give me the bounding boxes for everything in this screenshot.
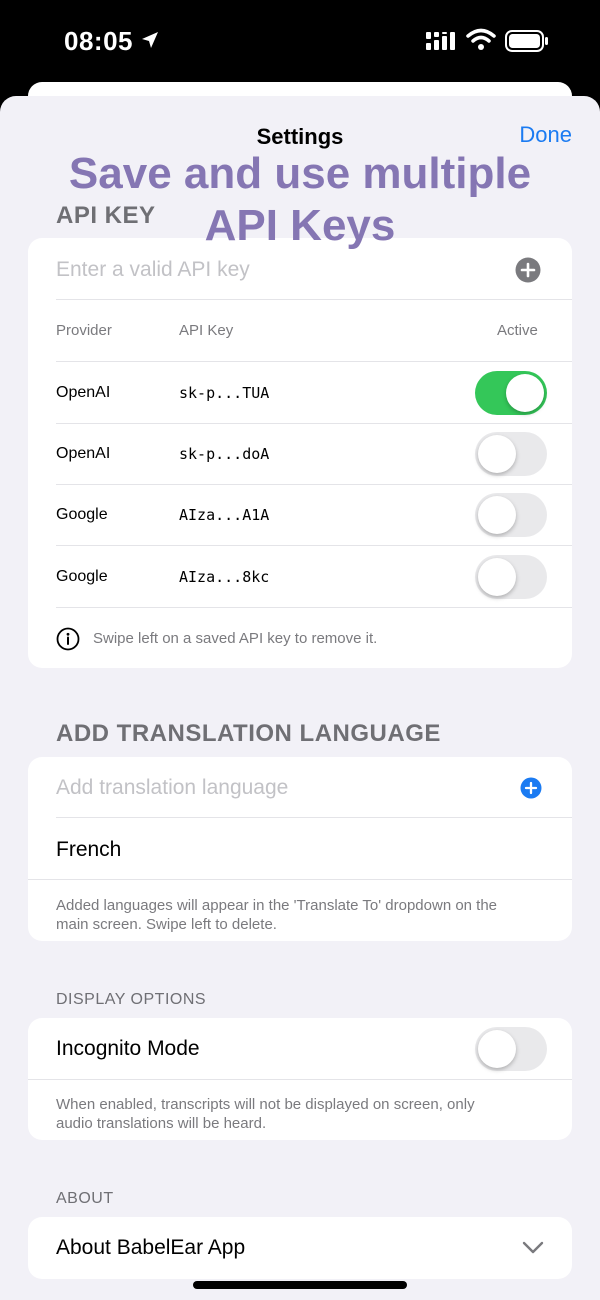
- add-language-icon[interactable]: [520, 777, 542, 799]
- api-key-value: AIza...8kc: [179, 568, 270, 586]
- translation-note-line-1: Added languages will appear in the 'Tran…: [56, 897, 498, 914]
- toggle-knob: [478, 435, 516, 473]
- promo-caption: Save and use multiple API Keys: [0, 148, 600, 252]
- language-label: French: [56, 838, 122, 861]
- incognito-mode-label: Incognito Mode: [56, 1037, 200, 1060]
- status-time: 08:05: [64, 26, 133, 56]
- api-key-row[interactable]: Google AIza...8kc: [56, 545, 572, 607]
- translation-card: Add translation language French Added la…: [28, 757, 572, 941]
- translation-language-input[interactable]: Add translation language: [28, 757, 572, 817]
- status-bar: 08:05: [0, 0, 600, 84]
- about-card: About BabelEar App: [28, 1217, 572, 1279]
- api-key-row[interactable]: OpenAI sk-p...TUA: [56, 361, 572, 423]
- page-title: Settings: [256, 124, 344, 149]
- home-indicator: [193, 1281, 407, 1289]
- incognito-mode-toggle[interactable]: [475, 1027, 547, 1071]
- api-key-row[interactable]: OpenAI sk-p...doA: [56, 423, 572, 484]
- api-key-provider: Google: [56, 506, 108, 523]
- language-list-item[interactable]: French: [56, 817, 572, 879]
- incognito-note-line-2: audio translations will be heard.: [56, 1115, 267, 1132]
- translation-note-line-2: main screen. Swipe left to delete.: [56, 916, 277, 933]
- api-key-input-placeholder: Enter a valid API key: [56, 258, 250, 281]
- incognito-mode-row[interactable]: Incognito Mode: [28, 1018, 572, 1079]
- info-icon: [56, 627, 80, 651]
- translation-note: Added languages will appear in the 'Tran…: [56, 896, 497, 934]
- column-header-api-key: API Key: [179, 322, 234, 339]
- chevron-down-icon: [522, 1241, 544, 1254]
- add-circle-icon[interactable]: [515, 257, 541, 283]
- api-key-value: sk-p...doA: [179, 445, 270, 463]
- translation-note-row: Added languages will appear in the 'Tran…: [28, 879, 572, 941]
- promo-caption-line-1: Save and use multiple: [68, 149, 532, 198]
- incognito-note-line-1: When enabled, transcripts will not be di…: [56, 1096, 475, 1113]
- about-app-row[interactable]: About BabelEar App: [28, 1217, 572, 1279]
- toggle-knob: [478, 1030, 516, 1068]
- api-key-value: AIza...A1A: [179, 506, 270, 524]
- api-key-active-toggle[interactable]: [475, 371, 547, 415]
- display-options-card: Incognito Mode When enabled, transcripts…: [28, 1018, 572, 1140]
- api-key-provider: OpenAI: [56, 445, 111, 462]
- incognito-note: When enabled, transcripts will not be di…: [56, 1095, 475, 1133]
- incognito-note-row: When enabled, transcripts will not be di…: [28, 1079, 572, 1140]
- api-key-row[interactable]: Google AIza...A1A: [56, 484, 572, 545]
- toggle-knob: [478, 496, 516, 534]
- api-key-info-row: Swipe left on a saved API key to remove …: [56, 607, 572, 668]
- api-key-active-toggle[interactable]: [475, 432, 547, 476]
- display-options-section-title: DISPLAY OPTIONS: [56, 991, 207, 1008]
- api-key-active-toggle[interactable]: [475, 555, 547, 599]
- about-section-title: ABOUT: [56, 1190, 114, 1207]
- api-key-card: Enter a valid API key Provider API Key A…: [28, 238, 572, 668]
- api-key-table-header: Provider API Key Active: [56, 299, 572, 361]
- api-key-provider: OpenAI: [56, 384, 111, 401]
- toggle-knob: [506, 374, 544, 412]
- column-header-provider: Provider: [56, 322, 112, 339]
- api-key-value: sk-p...TUA: [179, 384, 270, 402]
- battery-icon: [505, 30, 548, 52]
- translation-input-placeholder: Add translation language: [56, 776, 289, 799]
- api-key-provider: Google: [56, 568, 108, 585]
- promo-caption-line-2: API Keys: [204, 201, 396, 250]
- location-arrow-icon: [142, 32, 158, 48]
- about-app-label: About BabelEar App: [56, 1236, 246, 1259]
- api-key-info-text: Swipe left on a saved API key to remove …: [93, 630, 378, 647]
- cellular-signal-icon: [426, 32, 455, 50]
- column-header-active: Active: [497, 322, 538, 339]
- done-button[interactable]: Done: [519, 122, 572, 148]
- wifi-icon: [466, 28, 496, 50]
- translation-section-title: ADD TRANSLATION LANGUAGE: [56, 720, 441, 747]
- toggle-knob: [478, 558, 516, 596]
- api-key-active-toggle[interactable]: [475, 493, 547, 537]
